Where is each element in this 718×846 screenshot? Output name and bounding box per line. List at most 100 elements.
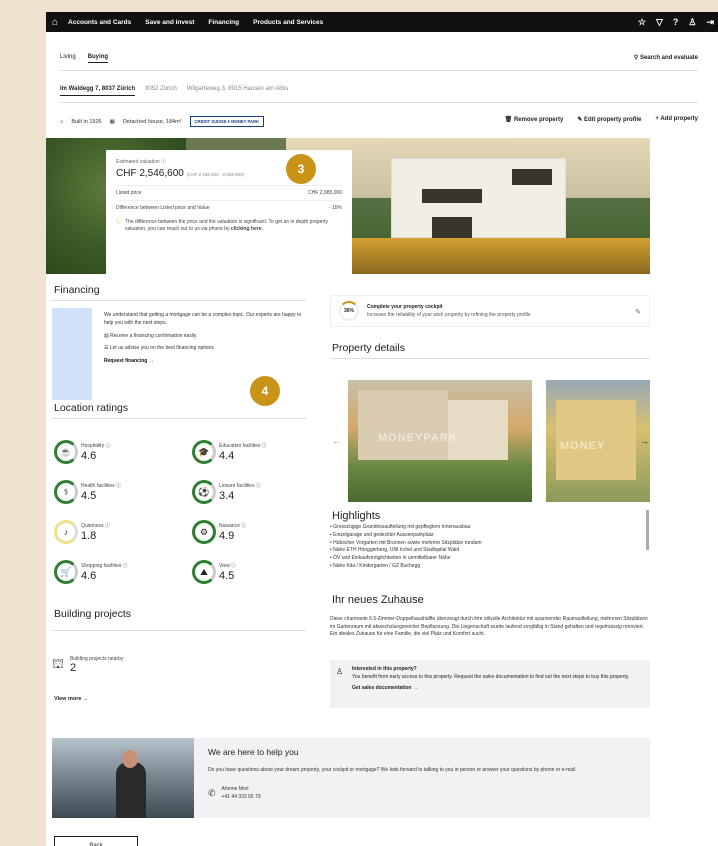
info-icon[interactable]: ⓘ <box>256 483 261 489</box>
chevron-left-icon[interactable]: ← <box>332 436 341 446</box>
divider <box>60 70 698 71</box>
scrollbar[interactable] <box>646 510 649 550</box>
valuation-note: ⓘ The difference between the price and t… <box>116 219 342 234</box>
tab-address-2[interactable]: 8052 Zürich <box>145 86 177 96</box>
nuisance-icon: ⚙ <box>192 520 216 544</box>
advisor-photo <box>52 738 194 818</box>
rating-name-text: Shopping facilities <box>81 563 122 569</box>
step-marker-4: 4 <box>250 376 280 406</box>
get-sales-documentation-link[interactable]: Get sales documentation → <box>352 685 642 693</box>
property-photo-2[interactable]: MONEY <box>546 380 650 502</box>
info-icon[interactable]: ⓘ <box>123 563 128 569</box>
add-label: Add property <box>660 116 698 122</box>
rating-value: 4.6 <box>81 450 97 462</box>
nav-financing[interactable]: Financing <box>208 19 239 26</box>
valuation-amount: CHF 2,546,600 <box>116 168 184 179</box>
rating-name-text: Education facilities <box>219 443 261 449</box>
request-financing-link[interactable]: Request financing → <box>104 358 304 366</box>
valuation-note-text: The difference between the price and the… <box>125 219 342 234</box>
financing-point-1: ▤ Receive a financing confirmation easil… <box>104 333 304 341</box>
rating-value: 4.5 <box>81 490 97 502</box>
info-icon[interactable]: ⓘ <box>231 563 236 569</box>
pencil-icon[interactable]: ✎ <box>635 308 641 316</box>
nearby-label: Building projects nearby <box>69 656 124 662</box>
search-evaluate-label: Search and evaluate <box>639 55 698 61</box>
shield-icon[interactable]: ▽ <box>656 17 663 28</box>
rating-name: Education facilities ⓘ <box>219 442 267 449</box>
star-icon[interactable]: ☆ <box>638 17 646 28</box>
info-icon[interactable]: ⓘ <box>241 523 246 529</box>
rating-quietness: ♪ Quietness ⓘ 1.8 <box>54 520 110 544</box>
rating-info: Quietness ⓘ 1.8 <box>81 522 110 542</box>
advisor-phone[interactable]: +41 44 333 65 79 <box>222 794 261 802</box>
building-projects-title: Building projects <box>54 608 132 620</box>
contact-details: Aheme Mori +41 44 333 65 79 <box>222 786 261 801</box>
info-icon[interactable]: ⓘ <box>116 483 121 489</box>
building-projects-nearby: ⛫ Building projects nearby 2 <box>52 656 123 674</box>
add-property-button[interactable]: + Add property <box>655 116 698 123</box>
divider <box>330 358 650 359</box>
financing-title: Financing <box>54 284 100 296</box>
info-icon[interactable]: ⓘ <box>161 159 166 165</box>
edit-property-button[interactable]: ✎ Edit property profile <box>577 116 641 123</box>
info-icon[interactable]: ⓘ <box>262 443 267 449</box>
back-button[interactable]: Back <box>54 836 138 846</box>
user-icon[interactable]: ♙ <box>688 17 696 28</box>
help-title: We are here to help you <box>208 747 299 757</box>
built-year: Built in 1926 <box>71 118 102 125</box>
financing-text: We understand that getting a mortgage ca… <box>104 312 304 371</box>
divider <box>60 102 698 103</box>
property-cockpit-banner[interactable]: 36% Complete your property cockpit Increa… <box>330 295 650 327</box>
info-icon[interactable]: ⓘ <box>105 523 110 529</box>
cockpit-progress: 36% <box>339 301 359 321</box>
chevron-right-icon[interactable]: → <box>640 436 649 446</box>
info-icon[interactable]: ⓘ <box>105 443 110 449</box>
zuhause-title: Ihr neues Zuhause <box>332 594 424 606</box>
financing-point-2: ☰ Let us advise you on the best financin… <box>104 345 304 353</box>
rating-value: 4.5 <box>219 570 235 582</box>
search-evaluate-link[interactable]: ⚲ Search and evaluate <box>634 54 698 61</box>
page: ⌂ Accounts and Cards Save and invest Fin… <box>46 12 718 846</box>
nav-save-invest[interactable]: Save and invest <box>145 19 194 26</box>
home-icon[interactable]: ⌂ <box>52 17 58 28</box>
remove-property-button[interactable]: 🗑 Remove property <box>505 116 564 123</box>
watermark: MONEY <box>560 440 606 452</box>
tab-address-1[interactable]: Im Waldegg 7, 8037 Zürich <box>60 86 136 96</box>
badge-money-park: MONEY PARK <box>231 119 260 124</box>
coffee-icon: ☕ <box>54 440 78 464</box>
tab-buying[interactable]: Buying <box>87 54 109 63</box>
tab-address-3[interactable]: Wilgarteweg 3, 8915 Hausen am Albis <box>187 86 288 96</box>
rating-name: Leisure facilities ⓘ <box>219 482 261 489</box>
cockpit-title: Complete your property cockpit <box>367 304 443 310</box>
person-body <box>116 762 146 818</box>
health-icon: ⚕ <box>54 480 78 504</box>
logout-icon[interactable]: ⇥ <box>706 17 714 28</box>
rating-name-text: Leisure facilities <box>219 483 255 489</box>
help-description: Do you have questions about your dream p… <box>208 766 577 773</box>
financing-image <box>52 308 92 400</box>
warning-icon: ⓘ <box>116 219 122 225</box>
building-projects-info: Building projects nearby 2 <box>70 656 123 674</box>
window <box>512 169 552 185</box>
rating-info: View ⓘ 4.5 <box>219 562 236 582</box>
nav-products-services[interactable]: Products and Services <box>253 19 323 26</box>
nav-accounts-cards[interactable]: Accounts and Cards <box>68 19 131 26</box>
partner-badge: CREDIT SUISSE ⏵ MONEY PARK <box>189 116 265 127</box>
click-here-link[interactable]: clicking here. <box>231 226 263 232</box>
rating-view: ⛰ View ⓘ 4.5 <box>192 560 236 584</box>
view-more-link[interactable]: View more → <box>54 696 88 702</box>
remove-label: Remove property <box>513 117 564 123</box>
tab-living[interactable]: Living <box>60 54 76 63</box>
top-navigation: ⌂ Accounts and Cards Save and invest Fin… <box>46 12 718 32</box>
rating-nuisance: ⚙ Nuisance ⓘ 4.9 <box>192 520 246 544</box>
list-item: Grosszügige Grundrissaufteilung mit gepf… <box>330 524 630 532</box>
window <box>422 189 482 203</box>
help-icon[interactable]: ? <box>673 17 679 28</box>
divider <box>52 630 306 631</box>
help-section: We are here to help you Do you have ques… <box>52 738 650 818</box>
rating-name: View ⓘ <box>219 562 236 569</box>
list-item: Hübscher Vorgarten mit Brunnen sowie meh… <box>330 540 630 548</box>
property-photo-1[interactable]: MONEYPARK <box>348 380 532 502</box>
rating-value: 4.4 <box>219 450 235 462</box>
rating-info: Health facilities ⓘ 4.5 <box>81 482 121 502</box>
